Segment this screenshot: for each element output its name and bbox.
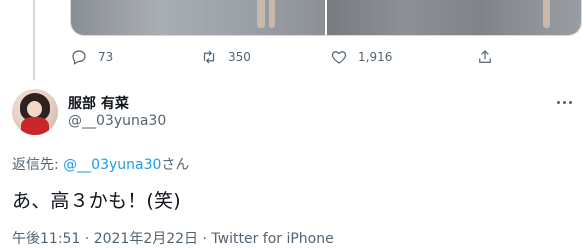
tweet-photo-2[interactable] (327, 0, 581, 35)
like-count: 1,916 (358, 50, 393, 64)
photo-figure (269, 0, 275, 28)
tweet-text: あ、高３かも！(笑) (12, 190, 181, 212)
reply-to-label: 返信先: (12, 157, 64, 173)
author-handle[interactable]: @__03yuna30 (68, 113, 166, 129)
retweet-icon (203, 50, 215, 64)
share-icon (479, 50, 491, 63)
more-icon (562, 100, 566, 104)
avatar[interactable] (12, 89, 58, 135)
author-info: 服部 有菜 @__03yuna30 (68, 93, 166, 129)
reply-to-mention-link[interactable]: @__03yuna30 (63, 157, 161, 173)
reply-button[interactable]: 73 (70, 48, 200, 66)
tweet-photo-1[interactable] (71, 0, 325, 35)
tweet-timestamp[interactable]: 午後11:51 · 2021年2月22日 · Twitter for iPhon… (12, 228, 334, 248)
thread-connector-line (33, 0, 35, 80)
tweet-media-grid[interactable] (70, 0, 582, 36)
retweet-count: 350 (228, 50, 251, 64)
like-button[interactable]: 1,916 (330, 48, 460, 66)
tweet-thread: 73 350 1,916 服部 有菜 @__03yuna30 返信先: @__0… (0, 0, 582, 248)
tweet-action-bar: 73 350 1,916 (70, 46, 500, 68)
more-icon (568, 100, 572, 104)
heart-icon (331, 51, 347, 64)
share-button[interactable] (476, 48, 494, 66)
reply-to-suffix: さん (161, 157, 190, 173)
avatar-face (27, 101, 42, 117)
retweet-button[interactable]: 350 (200, 48, 330, 66)
reply-count: 73 (98, 50, 114, 64)
photo-figure (257, 0, 265, 28)
reply-icon (72, 50, 86, 65)
photo-figure (543, 0, 550, 28)
author-display-name[interactable]: 服部 有菜 (68, 93, 166, 113)
reply-to-line: 返信先: @__03yuna30さん (12, 154, 189, 174)
more-icon (556, 100, 560, 104)
avatar-dress (21, 117, 49, 135)
more-options-button[interactable] (554, 95, 574, 109)
